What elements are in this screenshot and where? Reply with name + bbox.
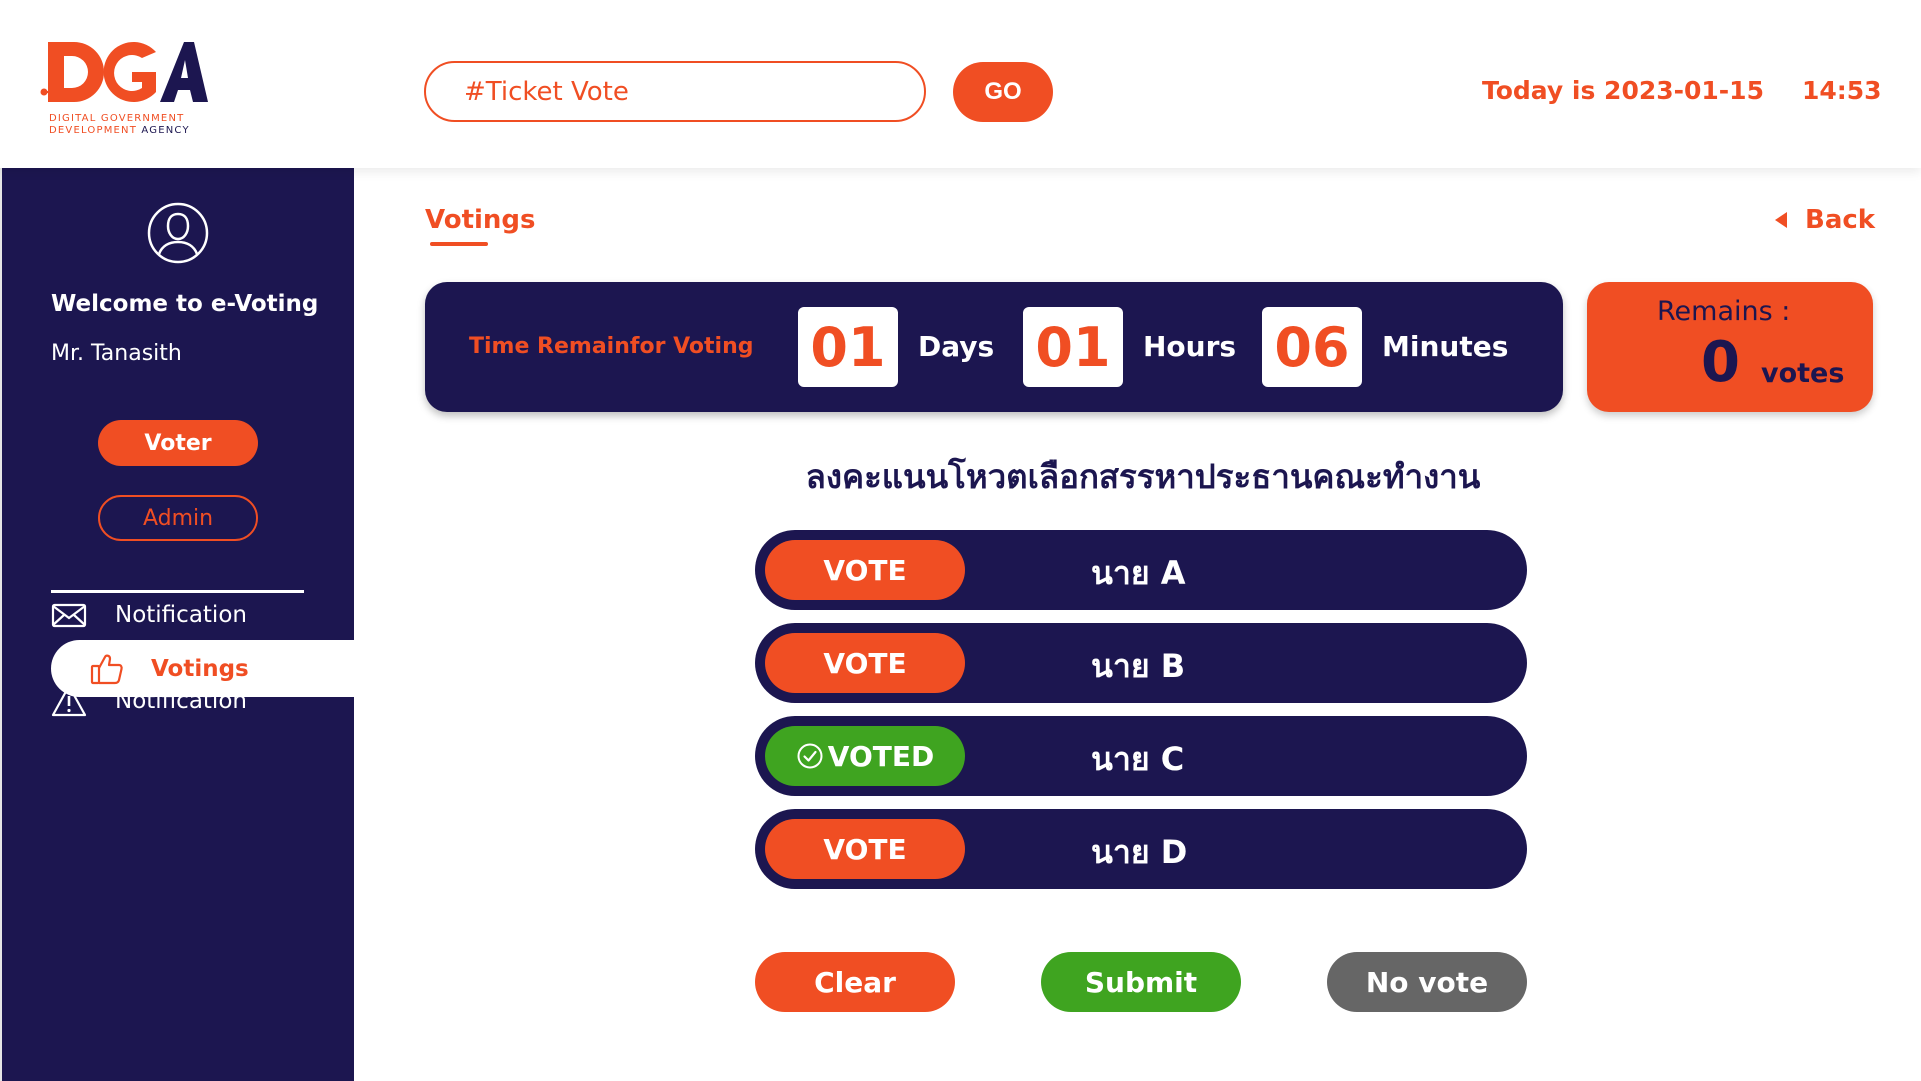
vote-button[interactable]: VOTE [765,819,965,879]
candidate-row: VOTED นาย C [755,716,1527,796]
candidate-name: นาย C [1091,740,1185,778]
user-avatar-icon [147,202,209,264]
voted-button[interactable]: VOTED [765,726,965,786]
sidebar-divider [51,590,304,593]
logo-subtitle-line1: DIGITAL GOVERNMENT [49,113,185,124]
dga-logo: DIGITAL GOVERNMENT DEVELOPMENT AGENCY [38,38,213,142]
logo-subtitle-line2a: DEVELOPMENT [49,125,138,136]
ticket-search-input[interactable] [424,61,926,122]
check-circle-icon [797,743,823,769]
dga-logo-subtitle: DIGITAL GOVERNMENT DEVELOPMENT AGENCY [49,113,190,137]
top-bar: DIGITAL GOVERNMENT DEVELOPMENT AGENCY GO… [0,0,1921,168]
candidate-row: VOTE นาย B [755,623,1527,703]
remaining-votes-panel: Remains : 0 votes [1587,282,1873,412]
candidate-name: นาย B [1091,647,1186,685]
voting-question: ลงคะแนนโหวตเลือกสรรหาประธานคณะทำงาน [805,457,1481,496]
current-time: 14:53 [1802,76,1882,105]
countdown-minutes-unit: Minutes [1382,330,1509,363]
warning-icon [51,684,87,717]
vote-button[interactable]: VOTE [765,540,965,600]
back-label: Back [1805,205,1876,235]
user-name: Mr. Tanasith [51,341,182,366]
countdown-days-unit: Days [918,330,995,363]
vote-button-label: VOTE [823,832,907,866]
submit-button[interactable]: Submit [1041,952,1241,1012]
back-arrow-icon [1775,212,1787,228]
logo-subtitle-line2b: AGENCY [141,125,190,136]
go-button[interactable]: GO [953,62,1053,122]
dga-logo-mark [40,42,208,103]
clear-button[interactable]: Clear [755,952,955,1012]
countdown-label: Time Remainfor Voting [469,334,754,359]
vote-button-label: VOTE [823,553,907,587]
sidebar-item-notification-mail[interactable]: Notification [51,595,247,635]
countdown-days: 01 [798,307,898,387]
welcome-heading: Welcome to e-Voting [51,291,319,317]
admin-role-button[interactable]: Admin [98,495,258,541]
sidebar-item-label: Notification [115,602,247,628]
vote-button-label: VOTED [827,739,935,773]
today-date: Today is 2023-01-15 [1482,76,1764,105]
sidebar: Welcome to e-Voting Mr. Tanasith Voter A… [0,168,356,1081]
candidate-name: นาย A [1091,554,1186,592]
countdown-hours: 01 [1023,307,1123,387]
candidate-name: นาย D [1091,833,1188,871]
candidate-row: VOTE นาย A [755,530,1527,610]
sidebar-item-label: Votings [151,655,249,682]
countdown-hours-unit: Hours [1143,330,1237,363]
sidebar-item-notification-warning[interactable]: Notification [51,681,247,721]
voter-role-button[interactable]: Voter [98,420,258,466]
voting-countdown-panel: Time Remainfor Voting 01 Days 01 Hours 0… [425,282,1563,412]
vote-button-label: VOTE [823,646,907,680]
countdown-minutes: 06 [1262,307,1362,387]
candidate-row: VOTE นาย D [755,809,1527,889]
remaining-votes-count: 0 [1701,330,1740,395]
back-button[interactable]: Back [1775,205,1875,235]
mail-icon [51,603,87,628]
remaining-votes-unit: votes [1761,358,1845,389]
page-title-underline [430,242,488,246]
remaining-votes-label: Remains : [1657,296,1791,327]
page-title: Votings [425,205,536,235]
sidebar-item-label: Notification [115,688,247,714]
vote-button[interactable]: VOTE [765,633,965,693]
no-vote-button[interactable]: No vote [1327,952,1527,1012]
